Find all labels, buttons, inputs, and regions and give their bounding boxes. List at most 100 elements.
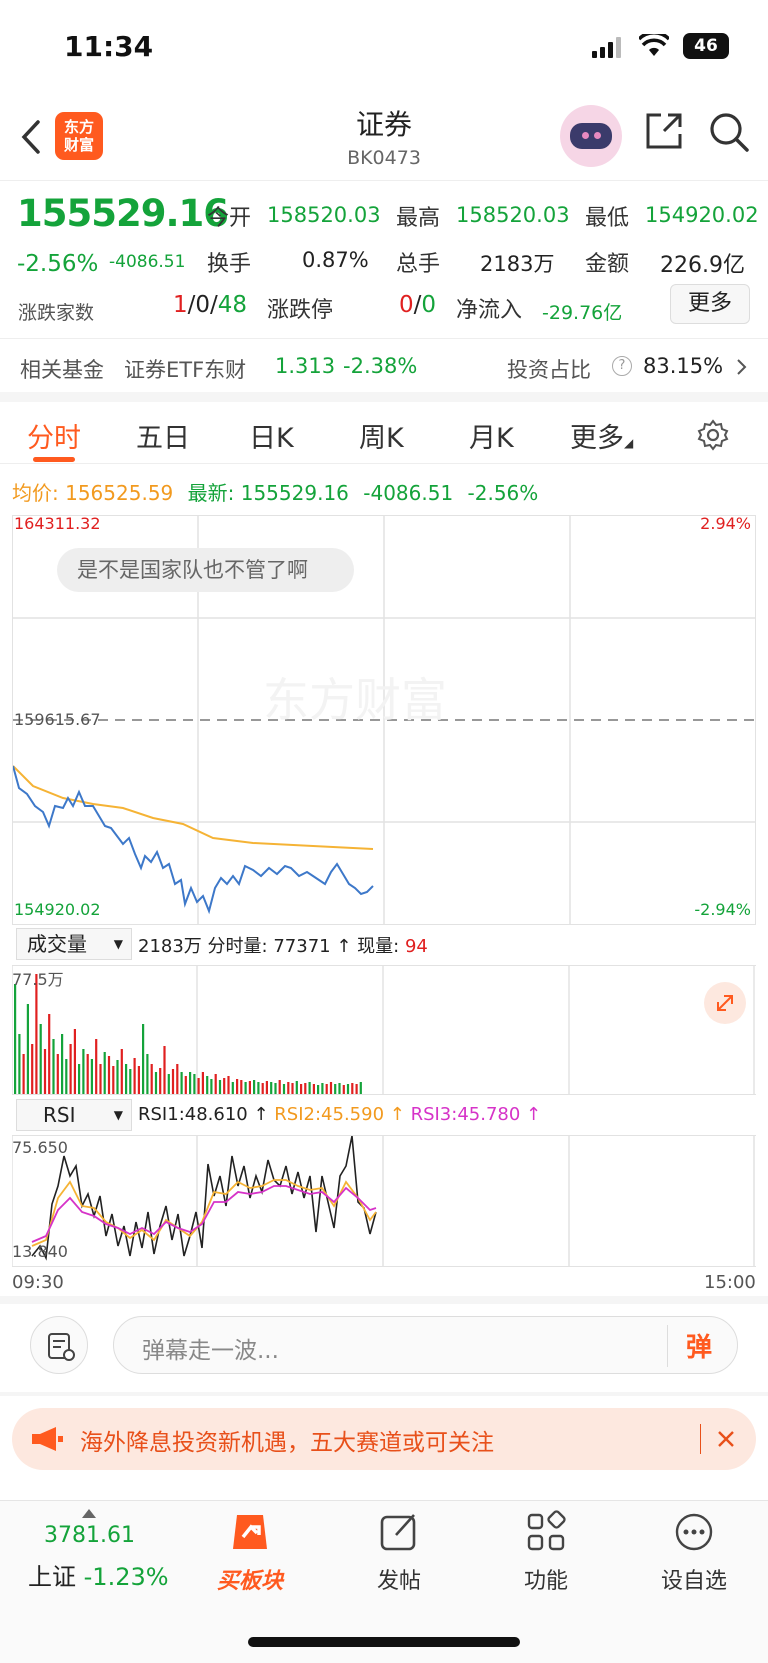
volume-indicator-select[interactable]: 成交量 ▼ — [16, 928, 132, 960]
assistant-robot-icon[interactable] — [560, 105, 622, 167]
close-icon[interactable] — [716, 1429, 736, 1449]
volume-bar — [312, 1084, 315, 1094]
rsi-indicator-select[interactable]: RSI ▼ — [16, 1099, 132, 1131]
limit-label: 涨跌停 — [267, 298, 334, 323]
y-max-label: 164311.32 — [14, 514, 101, 533]
volume-bar — [189, 1072, 192, 1094]
battery-icon: 46 — [683, 33, 729, 59]
tab-daily-k[interactable]: 日K — [249, 416, 294, 455]
volume-bar — [321, 1083, 324, 1094]
tab-more[interactable]: 更多◢ — [570, 416, 633, 455]
inflow-label: 净流入 — [456, 298, 523, 323]
more-button[interactable]: 更多 — [670, 284, 750, 324]
volume-bar — [82, 1049, 85, 1094]
volume-bar — [295, 1081, 298, 1094]
share-icon[interactable] — [644, 111, 684, 151]
volume-bar — [214, 1074, 217, 1094]
volume-bar — [159, 1068, 162, 1094]
more-dots-icon — [675, 1513, 713, 1551]
volume-bar — [346, 1084, 350, 1094]
low-value: 154920.02 — [645, 203, 759, 227]
x-start-label: 09:30 — [12, 1272, 64, 1293]
volume-bar — [95, 1039, 98, 1094]
volume-bar — [257, 1082, 260, 1094]
volume-bar — [99, 1064, 102, 1094]
turnover-label: 换手 — [207, 252, 252, 277]
home-indicator — [248, 1637, 520, 1647]
current-price: 155529.16 — [17, 192, 229, 235]
volume-bar — [282, 1084, 286, 1094]
volume-bar — [112, 1066, 115, 1094]
volume-bar — [69, 1044, 72, 1094]
promo-text: 海外降息投资新机遇，五大赛道或可关注 — [80, 1430, 494, 1456]
intraday-summary: 均价: 156525.59 最新: 155529.16 -4086.51 -2.… — [12, 481, 539, 505]
volume-bar — [31, 1044, 34, 1094]
tab-intraday[interactable]: 分时 — [27, 416, 81, 455]
help-icon[interactable]: ? — [612, 356, 632, 376]
volume-bar — [129, 1069, 132, 1094]
volume-bar — [52, 1039, 55, 1094]
danmu-input[interactable]: 弹幕走一波... 弹 — [113, 1316, 738, 1374]
nav-post[interactable]: 发帖 — [339, 1509, 459, 1595]
tab-five-day[interactable]: 五日 — [136, 416, 190, 455]
expand-icon[interactable] — [704, 982, 746, 1024]
volume-value: 2183万 — [480, 252, 555, 276]
volume-bar — [26, 1004, 29, 1094]
volume-label: 总手 — [396, 252, 441, 277]
rsi-min-label: 13.840 — [12, 1242, 68, 1261]
status-time: 11:34 — [64, 30, 154, 63]
volume-bar — [201, 1072, 204, 1094]
volume-bar — [223, 1078, 226, 1094]
volume-bar — [240, 1080, 243, 1094]
volume-bar — [48, 1014, 51, 1094]
fund-name: 证券ETF东财 — [124, 358, 247, 382]
x-end-label: 15:00 — [704, 1272, 756, 1293]
volume-bar — [146, 1054, 149, 1094]
volume-bar — [329, 1082, 333, 1094]
pct-min-label: -2.94% — [694, 900, 751, 919]
post-list-icon[interactable] — [30, 1316, 88, 1374]
high-value: 158520.03 — [456, 203, 570, 227]
nav-buy-sector[interactable]: 买板块 — [190, 1509, 310, 1595]
header: 东方 财富 证券 BK0473 — [0, 95, 768, 181]
volume-bar — [308, 1082, 311, 1094]
volume-bar — [154, 1072, 158, 1094]
volume-bar — [218, 1080, 222, 1094]
tab-weekly-k[interactable]: 周K — [359, 416, 404, 455]
volume-bar — [22, 1054, 25, 1094]
related-fund-row[interactable]: 相关基金 证券ETF东财 1.313 -2.38% 投资占比 ? 83.15% — [0, 340, 768, 392]
volume-bar — [107, 1056, 111, 1094]
nav-functions[interactable]: 功能 — [486, 1509, 606, 1595]
volume-bar — [210, 1079, 213, 1094]
promo-banner[interactable]: 海外降息投资新机遇，五大赛道或可关注 — [12, 1408, 756, 1470]
chart-tabs: 分时 五日 日K 周K 月K 更多◢ — [0, 392, 768, 464]
status-bar: 11:34 46 — [0, 0, 768, 95]
buy-sector-icon — [233, 1515, 267, 1549]
volume-bar — [142, 1024, 145, 1094]
volume-chart[interactable]: 77.5万 — [12, 965, 756, 1095]
inflow-value: -29.76亿 — [542, 302, 623, 324]
signal-icon — [592, 37, 621, 58]
settings-gear-icon[interactable] — [696, 418, 730, 452]
index-ticker[interactable]: 3781.61 上证 -1.23% — [0, 1501, 180, 1621]
watermark: 东方财富 — [263, 674, 447, 726]
amount-value: 226.9亿 — [660, 253, 745, 278]
search-icon[interactable] — [708, 111, 750, 153]
volume-bar — [43, 1049, 47, 1094]
nav-watchlist[interactable]: 设自选 — [634, 1509, 754, 1595]
volume-bar — [244, 1082, 247, 1094]
danmu-toggle-button[interactable]: 弹 — [686, 1327, 712, 1364]
rsi-summary: RSI1:48.610 ↑ RSI2:45.590 ↑ RSI3:45.780 … — [138, 1104, 542, 1125]
rsi-chart[interactable]: 75.650 13.840 — [12, 1135, 756, 1267]
volume-chart-svg — [12, 966, 755, 1094]
fund-label: 相关基金 — [20, 358, 104, 382]
limit-values: 0/0 — [399, 292, 437, 318]
change-pct: -2.56% — [17, 251, 99, 277]
volume-bar — [248, 1081, 251, 1094]
y-prev-close-label: 159615.67 — [14, 710, 101, 729]
volume-bar — [274, 1083, 277, 1094]
volume-bar — [231, 1082, 234, 1094]
tab-monthly-k[interactable]: 月K — [469, 416, 514, 455]
open-label: 今开 — [207, 206, 252, 231]
volume-bar — [270, 1082, 273, 1094]
